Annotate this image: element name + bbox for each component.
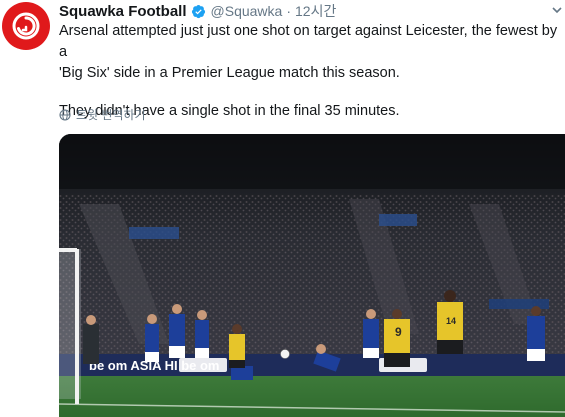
football-match-photo: be om ASIA HI be om 9 14 — [59, 134, 565, 417]
display-name[interactable]: Squawka Football — [59, 3, 187, 20]
jersey-number: 14 — [446, 316, 456, 326]
tweet-header: Squawka Football @Squawka · 12시간 — [59, 2, 336, 20]
verified-badge-icon — [191, 4, 205, 18]
handle[interactable]: @Squawka — [211, 3, 283, 19]
translate-label: 트윗 번역하기 — [76, 108, 146, 122]
tweet-text-line: Arsenal attempted just just one shot on … — [59, 23, 558, 60]
jersey-number: 9 — [395, 325, 402, 339]
chevron-down-icon[interactable] — [551, 4, 563, 16]
squawka-logo-icon — [12, 12, 40, 40]
timestamp[interactable]: 12시간 — [295, 1, 336, 21]
tweet: Squawka Football @Squawka · 12시간 Arsenal… — [0, 0, 565, 417]
separator: · — [286, 3, 291, 19]
globe-icon — [59, 108, 71, 121]
translate-tweet-link[interactable]: 트윗 번역하기 — [59, 106, 146, 123]
tweet-text-line: 'Big Six' side in a Premier League match… — [59, 65, 400, 81]
avatar[interactable] — [2, 2, 50, 50]
tweet-photo[interactable]: be om ASIA HI be om 9 14 — [59, 134, 565, 417]
